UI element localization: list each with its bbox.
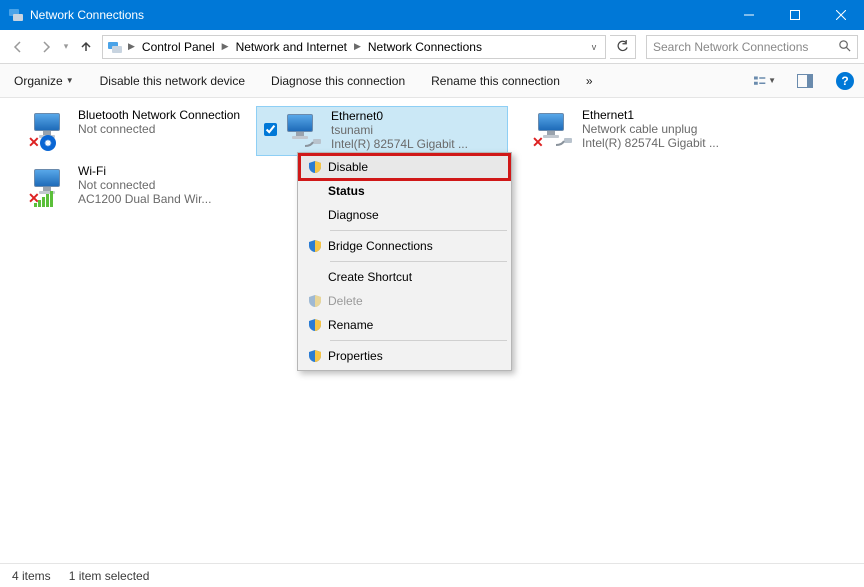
maximize-button[interactable] [772,0,818,30]
chevron-down-icon: ▼ [66,76,74,85]
chevron-right-icon[interactable]: ▶ [219,41,232,52]
crumb-network-internet[interactable]: Network and Internet [232,36,351,58]
ctx-status-label: Status [326,184,501,198]
bluetooth-icon: ⁕ [40,135,56,151]
adapter-icon: ✕ [26,164,74,208]
search-input[interactable] [647,40,831,54]
wifi-icon [34,191,53,207]
item-ethernet1[interactable]: ✕ Ethernet1 Network cable unplug Intel(R… [508,106,760,156]
chevron-right-icon[interactable]: ▶ [351,41,364,52]
ctx-status[interactable]: Status [300,179,509,203]
context-menu: Disable Status Diagnose Bridge Connectio… [297,152,512,371]
address-bar: ▾ ▶ Control Panel ▶ Network and Internet… [0,30,864,64]
cmd-disable-device-label: Disable this network device [100,74,245,88]
ctx-rename-label: Rename [326,318,501,332]
ctx-disable[interactable]: Disable [300,155,509,179]
ctx-rename[interactable]: Rename [300,313,509,337]
cable-icon [305,138,323,148]
ctx-bridge[interactable]: Bridge Connections [300,234,509,258]
item-name: Wi-Fi [78,164,250,178]
cmd-diagnose-label: Diagnose this connection [271,74,405,88]
ctx-delete-label: Delete [326,294,501,308]
nav-recent-dropdown[interactable]: ▾ [62,41,70,52]
minimize-button[interactable] [726,0,772,30]
item-status: Network cable unplug [582,122,754,136]
address-dropdown[interactable]: v [585,42,603,52]
cmd-rename[interactable]: Rename this connection [427,72,564,90]
ctx-diagnose[interactable]: Diagnose [300,203,509,227]
shield-icon [308,349,322,363]
command-bar: Organize ▼ Disable this network device D… [0,64,864,98]
item-status: Not connected [78,122,250,136]
cmd-disable-device[interactable]: Disable this network device [96,72,249,90]
item-name: Ethernet1 [582,108,754,122]
item-checkbox[interactable] [264,123,277,136]
adapter-icon: ✕ [530,108,578,152]
item-status: tsunami [331,123,501,137]
breadcrumb-path[interactable]: ▶ Control Panel ▶ Network and Internet ▶… [102,35,606,59]
preview-pane-button[interactable] [794,70,816,92]
nav-back-button[interactable] [6,35,30,59]
refresh-button[interactable] [610,35,636,59]
status-count: 4 items [12,569,51,583]
crumb-control-panel[interactable]: Control Panel [138,36,219,58]
cmd-diagnose[interactable]: Diagnose this connection [267,72,409,90]
cmd-organize-label: Organize [14,74,63,88]
ctx-properties-label: Properties [326,349,501,363]
view-options-button[interactable]: ▼ [754,70,776,92]
status-bar: 4 items 1 item selected [0,563,864,587]
search-box[interactable] [646,35,858,59]
cmd-more-label: » [586,74,593,88]
network-folder-icon [107,39,123,55]
ctx-properties[interactable]: Properties [300,344,509,368]
help-button[interactable]: ? [836,72,854,90]
close-button[interactable] [818,0,864,30]
error-icon: ✕ [532,135,546,149]
cable-icon [556,137,574,147]
adapter-icon: ✕ ⁕ [26,108,74,152]
cmd-organize[interactable]: Organize ▼ [10,72,78,90]
adapter-icon [279,109,327,153]
ctx-separator [330,261,507,262]
ctx-bridge-label: Bridge Connections [326,239,501,253]
item-bluetooth[interactable]: ✕ ⁕ Bluetooth Network Connection Not con… [4,106,256,156]
shield-icon [308,239,322,253]
ctx-disable-label: Disable [326,160,501,174]
ctx-diagnose-label: Diagnose [326,208,501,222]
item-name: Bluetooth Network Connection [78,108,250,122]
cmd-rename-label: Rename this connection [431,74,560,88]
nav-up-button[interactable] [74,35,98,59]
shield-icon [308,294,322,308]
item-device: Intel(R) 82574L Gigabit ... [331,137,501,151]
window-titlebar: Network Connections [0,0,864,30]
status-selected: 1 item selected [69,569,150,583]
nav-forward-button[interactable] [34,35,58,59]
chevron-right-icon[interactable]: ▶ [125,41,138,52]
item-wifi[interactable]: ✕ Wi-Fi Not connected AC1200 Dual Band W… [4,162,256,212]
search-icon[interactable] [831,39,857,55]
ctx-delete: Delete [300,289,509,313]
shield-icon [308,160,322,174]
cmd-more[interactable]: » [582,72,597,90]
window-title: Network Connections [30,8,144,22]
item-ethernet0[interactable]: Ethernet0 tsunami Intel(R) 82574L Gigabi… [256,106,508,156]
item-name: Ethernet0 [331,109,501,123]
chevron-down-icon: ▼ [768,76,776,85]
item-device: AC1200 Dual Band Wir... [78,192,250,206]
network-connections-icon [8,7,24,23]
content-pane[interactable]: ✕ ⁕ Bluetooth Network Connection Not con… [0,98,864,563]
crumb-network-connections[interactable]: Network Connections [364,36,486,58]
shield-icon [308,318,322,332]
ctx-shortcut-label: Create Shortcut [326,270,501,284]
item-device: Intel(R) 82574L Gigabit ... [582,136,754,150]
ctx-shortcut[interactable]: Create Shortcut [300,265,509,289]
ctx-separator [330,340,507,341]
item-status: Not connected [78,178,250,192]
ctx-separator [330,230,507,231]
